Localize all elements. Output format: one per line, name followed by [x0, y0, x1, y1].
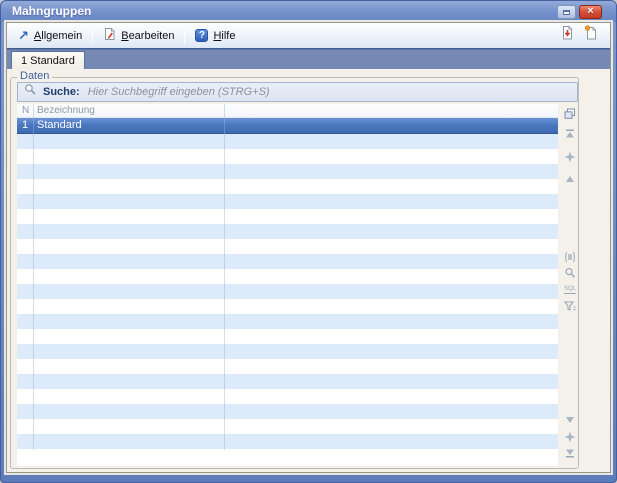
- toolbar-separator: [92, 28, 93, 44]
- table-row-selected[interactable]: 1 Standard: [17, 118, 558, 134]
- page: Daten Suche: N Beze: [7, 69, 610, 472]
- table-row[interactable]: [17, 434, 558, 449]
- table-row[interactable]: [17, 224, 558, 239]
- table-row[interactable]: [17, 254, 558, 269]
- search-input[interactable]: [86, 85, 571, 99]
- bearbeiten-button[interactable]: Bearbeiten: [96, 25, 181, 46]
- data-grid: N Bezeichnung 1 Standard: [17, 104, 558, 466]
- step-up-icon[interactable]: [563, 172, 577, 185]
- window-frame: ↗ Allgemein Bearbeiten ? Hilfe: [6, 22, 611, 473]
- window-title: Mahngruppen: [12, 4, 91, 18]
- table-row[interactable]: [17, 284, 558, 299]
- step-down-icon[interactable]: [563, 413, 577, 426]
- restore-button[interactable]: [557, 5, 576, 19]
- grid-header[interactable]: N Bezeichnung: [17, 104, 558, 118]
- tabstrip: 1 Standard: [7, 49, 610, 69]
- scroll-to-bottom-icon[interactable]: [563, 446, 577, 459]
- move-up-icon[interactable]: [563, 150, 577, 163]
- table-row[interactable]: [17, 389, 558, 404]
- table-row[interactable]: [17, 299, 558, 314]
- filter-icon[interactable]: [563, 299, 577, 312]
- cell-n: 1: [22, 119, 28, 131]
- table-row[interactable]: [17, 344, 558, 359]
- close-icon: ×: [587, 6, 593, 17]
- search-label: Suche:: [43, 86, 80, 98]
- table-row[interactable]: [17, 164, 558, 179]
- table-row[interactable]: [17, 314, 558, 329]
- table-row[interactable]: [17, 359, 558, 374]
- tab-standard[interactable]: 1 Standard: [11, 51, 85, 69]
- column-header-n[interactable]: N: [22, 105, 29, 116]
- column-header-bezeichnung[interactable]: Bezeichnung: [37, 105, 95, 116]
- document-export-icon[interactable]: [560, 25, 574, 46]
- daten-groupbox: Daten Suche: N Beze: [10, 77, 579, 469]
- document-new-icon[interactable]: [584, 25, 598, 46]
- table-row[interactable]: [17, 149, 558, 164]
- table-row[interactable]: [17, 269, 558, 284]
- search-icon[interactable]: [563, 266, 577, 279]
- groupbox-label: Daten: [17, 70, 52, 82]
- search-bar[interactable]: Suche:: [17, 82, 578, 102]
- toolbar: ↗ Allgemein Bearbeiten ? Hilfe: [7, 23, 610, 49]
- titlebar: Mahngruppen ×: [1, 1, 616, 22]
- table-row[interactable]: [17, 239, 558, 254]
- restore-icon: [563, 10, 570, 15]
- copy-icon[interactable]: [563, 107, 577, 120]
- table-row[interactable]: [17, 404, 558, 419]
- move-down-icon[interactable]: [563, 430, 577, 443]
- table-row[interactable]: [17, 194, 558, 209]
- toolbar-separator: [184, 28, 185, 44]
- table-row[interactable]: [17, 134, 558, 149]
- arrow-up-right-icon: ↗: [18, 30, 29, 42]
- search-icon: [24, 83, 37, 101]
- mahngruppen-window: Mahngruppen × ↗ Allgemein: [0, 0, 617, 483]
- grid-side-toolbar: SQL: [562, 104, 578, 466]
- toolbar-right-group: [560, 25, 604, 46]
- allgemein-label: Allgemein: [34, 30, 82, 42]
- sql-filter-icon[interactable]: SQL: [563, 283, 577, 296]
- cell-bezeichnung: Standard: [37, 119, 82, 131]
- close-button[interactable]: ×: [579, 5, 602, 19]
- table-empty-rows: [17, 134, 558, 449]
- hilfe-button[interactable]: ? Hilfe: [188, 27, 242, 44]
- columns-icon[interactable]: [563, 250, 577, 263]
- scroll-to-top-icon[interactable]: [563, 127, 577, 140]
- edit-document-icon: [103, 27, 116, 44]
- help-icon: ?: [195, 29, 208, 42]
- table-row[interactable]: [17, 179, 558, 194]
- table-row[interactable]: [17, 209, 558, 224]
- hilfe-label: Hilfe: [213, 30, 235, 42]
- table-row[interactable]: [17, 374, 558, 389]
- allgemein-button[interactable]: ↗ Allgemein: [11, 28, 89, 44]
- table-row[interactable]: [17, 419, 558, 434]
- table-row[interactable]: [17, 329, 558, 344]
- bearbeiten-label: Bearbeiten: [121, 30, 174, 42]
